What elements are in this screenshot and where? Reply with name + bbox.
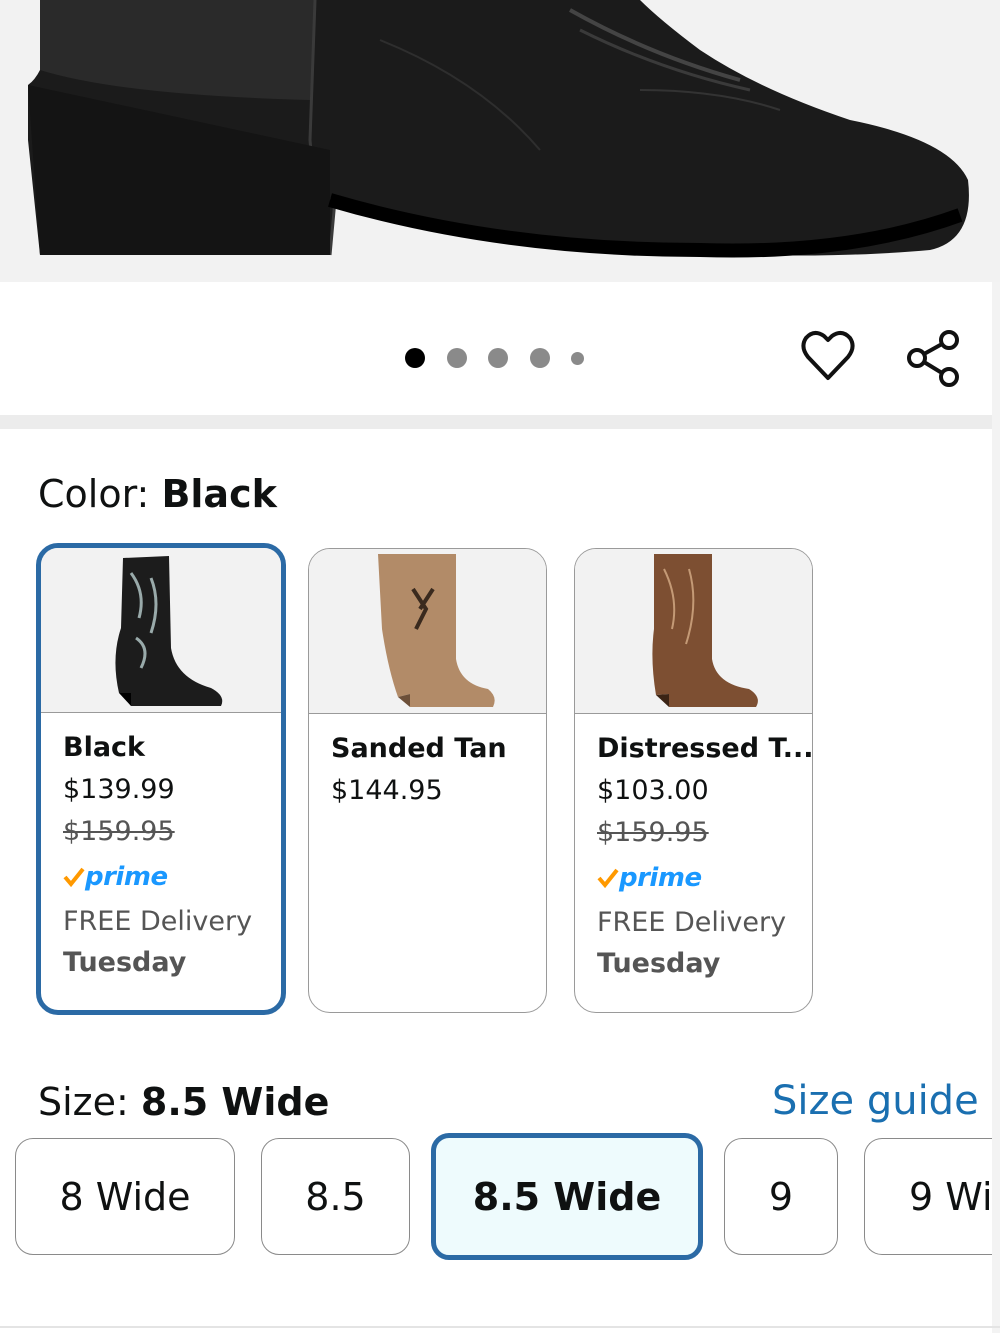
option-price: $139.99 — [63, 774, 175, 805]
swatch-image — [309, 549, 546, 714]
scroll-edge — [992, 282, 1000, 1333]
carousel-dots[interactable] — [405, 347, 584, 369]
size-label: Size: 8.5 Wide — [38, 1080, 330, 1124]
size-option-8-5-wide[interactable]: 8.5 Wide — [431, 1133, 703, 1260]
tan-boot-thumbnail — [377, 554, 495, 707]
product-image[interactable] — [0, 0, 1000, 282]
size-option-9[interactable]: 9 — [724, 1138, 838, 1255]
prime-check-icon — [63, 867, 85, 887]
delivery-day: Tuesday — [63, 947, 187, 978]
option-name: Black — [63, 732, 146, 763]
carousel-dot-active[interactable] — [405, 348, 425, 368]
color-option-distressed-tan[interactable]: Distressed T... $103.00 $159.95 prime FR… — [574, 548, 813, 1013]
selected-size: 8.5 Wide — [140, 1080, 330, 1124]
delivery-text: FREE Delivery — [63, 906, 253, 937]
option-name: Distressed T... — [597, 733, 812, 764]
boot-photo — [28, 0, 969, 258]
size-option-8-wide[interactable]: 8 Wide — [15, 1138, 235, 1255]
color-label: Color: Black — [38, 472, 277, 516]
prime-check-icon — [597, 868, 619, 888]
carousel-dot[interactable] — [446, 348, 467, 368]
prime-badge: prime — [63, 857, 281, 897]
option-price: $103.00 — [597, 775, 709, 806]
heart-icon[interactable] — [800, 328, 856, 388]
section-divider — [0, 415, 1000, 429]
share-icon[interactable] — [904, 328, 962, 392]
carousel-dot[interactable] — [529, 348, 550, 368]
distressed-boot-thumbnail — [651, 554, 758, 707]
prime-badge: prime — [597, 858, 812, 898]
swatch-image — [41, 548, 281, 713]
color-option-sanded-tan[interactable]: Sanded Tan $144.95 — [308, 548, 547, 1013]
option-name: Sanded Tan — [331, 733, 507, 764]
size-option-8-5[interactable]: 8.5 — [261, 1138, 410, 1255]
option-list-price: $159.95 — [63, 816, 175, 847]
swatch-image — [575, 549, 812, 714]
size-option-9-wide[interactable]: 9 Wi — [864, 1138, 1000, 1255]
carousel-dot[interactable] — [571, 351, 584, 365]
bottom-divider — [0, 1326, 1000, 1328]
size-guide-link[interactable]: Size guide — [772, 1078, 979, 1124]
option-list-price: $159.95 — [597, 817, 709, 848]
carousel-dot[interactable] — [488, 348, 508, 368]
delivery-day: Tuesday — [597, 948, 721, 979]
color-option-black[interactable]: Black $139.99 $159.95 prime FREE Deliver… — [36, 543, 286, 1015]
option-price: $144.95 — [331, 775, 443, 806]
selected-color: Black — [161, 472, 277, 516]
delivery-text: FREE Delivery — [597, 907, 787, 938]
black-boot-thumbnail — [115, 556, 223, 706]
